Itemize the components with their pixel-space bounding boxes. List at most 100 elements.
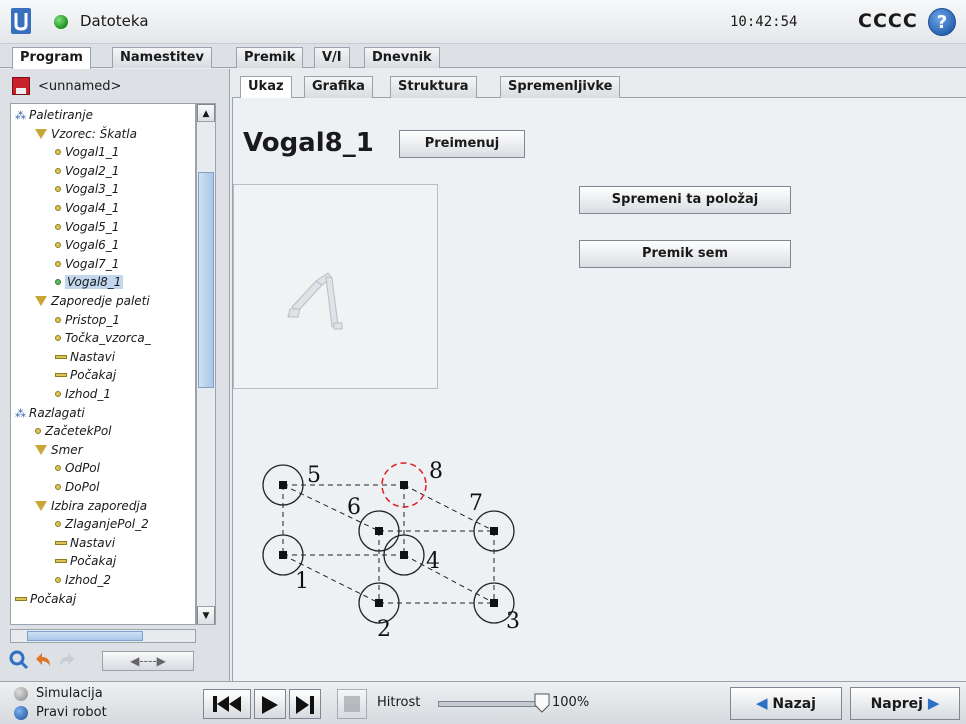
scroll-thumb[interactable]: [198, 172, 214, 388]
waypoint-icon: [55, 521, 61, 528]
change-position-button[interactable]: Spremeni ta položaj: [579, 186, 791, 214]
play-icon: [262, 696, 278, 714]
tree-item[interactable]: Nastavi: [55, 534, 115, 552]
waypoint-icon: [55, 242, 61, 249]
tree-item-label: Vzorec: Škatla: [51, 126, 137, 141]
tree-item[interactable]: Počakaj: [55, 552, 116, 570]
tree-item[interactable]: Zaporedje paleti: [35, 292, 150, 310]
program-tree-panel: <unnamed> ⁂ Paletiranje Vzorec: Škatla Voga…: [0, 69, 230, 681]
tree-item-label: Vogal6_1: [65, 238, 120, 253]
folder-triangle-icon: [35, 500, 47, 511]
skip-back-icon: [213, 696, 241, 712]
step-button[interactable]: [289, 689, 321, 719]
tree-item[interactable]: OdPol: [55, 459, 100, 477]
tree-item[interactable]: ⁂ Razlagati: [15, 404, 85, 422]
tree-item[interactable]: ZačetekPol: [35, 422, 112, 440]
title-bar: Datoteka 10:42:54 CCCC ?: [0, 0, 966, 44]
waypoint-icon: [55, 260, 61, 267]
tree-item[interactable]: Vogal7_1: [55, 255, 119, 273]
play-button[interactable]: [254, 689, 286, 719]
scroll-down-icon[interactable]: ▼: [197, 606, 215, 624]
real-robot-radio[interactable]: [14, 706, 28, 720]
tab-installation[interactable]: Namestitev: [112, 47, 212, 68]
tab-graphics[interactable]: Grafika: [304, 76, 373, 98]
tab-program[interactable]: Program: [12, 47, 91, 69]
save-icon[interactable]: [12, 77, 30, 95]
tree-item[interactable]: Vogal8_1: [55, 273, 124, 291]
tree-item[interactable]: Vogal3_1: [55, 180, 119, 198]
tab-structure[interactable]: Struktura: [390, 76, 477, 98]
tree-item[interactable]: DoPol: [55, 478, 100, 496]
tree-item[interactable]: Vzorec: Škatla: [35, 125, 137, 143]
real-robot-label: Pravi robot: [36, 705, 107, 720]
robot-arm-icon: [287, 272, 343, 330]
program-name: <unnamed>: [38, 79, 122, 94]
tree-item[interactable]: Izbira zaporedja: [35, 497, 147, 515]
tree-item-label: Počakaj: [70, 368, 117, 383]
waypoint-icon: [55, 223, 61, 230]
tab-move[interactable]: Premik: [236, 47, 304, 68]
simulation-radio[interactable]: [14, 687, 28, 701]
tree-item[interactable]: ⁂ Paletiranje: [15, 106, 93, 124]
robot-name: CCCC: [858, 10, 918, 32]
tree-item[interactable]: Vogal5_1: [55, 218, 119, 236]
corner-number-7: 7: [469, 491, 483, 516]
waypoint-icon: [55, 484, 61, 490]
tree-item-label: Počakaj: [70, 554, 117, 569]
next-button[interactable]: Naprej ▶: [850, 687, 960, 720]
tree-item[interactable]: Nastavi: [55, 348, 115, 366]
tree-item[interactable]: Vogal2_1: [55, 162, 119, 180]
tree-item[interactable]: Smer: [35, 441, 83, 459]
undo-icon[interactable]: [32, 649, 54, 671]
action-icon: [15, 596, 27, 601]
bottom-bar: Simulacija Pravi robot Hitrost 100% ◀ Na…: [0, 681, 966, 724]
tree-item[interactable]: Izhod_2: [55, 571, 111, 589]
tree-item[interactable]: Vogal6_1: [55, 236, 119, 254]
search-icon[interactable]: [8, 649, 30, 671]
back-button[interactable]: ◀ Nazaj: [730, 687, 842, 720]
tree-toolbar: ◀----▶: [8, 649, 198, 673]
action-icon: [55, 559, 67, 564]
tree-item-label: Nastavi: [70, 535, 116, 550]
tree-item[interactable]: Točka_vzorca_: [55, 329, 151, 347]
speed-slider-handle[interactable]: [534, 693, 550, 713]
tree-item[interactable]: Pristop_1: [55, 311, 120, 329]
waypoint-icon: [55, 391, 61, 397]
redo-icon[interactable]: [56, 649, 78, 671]
stop-icon: [344, 696, 360, 712]
tab-log[interactable]: Dnevnik: [364, 47, 440, 68]
corner-number-1: 1: [295, 569, 309, 594]
tree-item[interactable]: Počakaj: [55, 366, 116, 384]
tree-item[interactable]: Vogal1_1: [55, 143, 119, 161]
tab-io[interactable]: V/I: [314, 47, 350, 68]
move-here-button[interactable]: Premik sem: [579, 240, 791, 268]
tree-item-label: Vogal5_1: [65, 219, 120, 234]
stop-button[interactable]: [337, 689, 367, 719]
help-button[interactable]: ?: [928, 8, 956, 36]
tree-horizontal-scrollbar[interactable]: [10, 629, 196, 643]
file-menu[interactable]: Datoteka: [80, 12, 149, 30]
tree-vertical-scrollbar[interactable]: ▲ ▼: [196, 103, 216, 625]
corner-number-5: 5: [307, 463, 321, 488]
tree-item[interactable]: Vogal4_1: [55, 199, 119, 217]
arrow-right-icon: ▶: [927, 694, 940, 712]
hscroll-thumb[interactable]: [27, 631, 143, 641]
rewind-button[interactable]: [203, 689, 251, 719]
tree-item[interactable]: Izhod_1: [55, 385, 111, 403]
rename-button[interactable]: Preimenuj: [399, 130, 525, 158]
tree-item[interactable]: ZlaganjePol_2: [55, 515, 149, 533]
waypoint-icon: [55, 167, 61, 174]
tree-item-label: Vogal1_1: [65, 145, 120, 160]
waypoint-icon: [55, 149, 61, 156]
pallet-pattern-diagram: 1 2 3 4 5 6 7 8: [262, 459, 520, 642]
tree-item-label: Točka_vzorca_: [65, 331, 151, 346]
tab-command[interactable]: Ukaz: [240, 76, 292, 98]
move-arrows-button[interactable]: ◀----▶: [102, 651, 194, 671]
robot-preview: [233, 184, 438, 389]
scroll-up-icon[interactable]: ▲: [197, 104, 215, 122]
tree-item-label: Pristop_1: [65, 312, 121, 327]
tab-variables[interactable]: Spremenljivke: [500, 76, 621, 98]
tree-item[interactable]: Počakaj: [15, 590, 76, 608]
speed-slider[interactable]: [438, 701, 538, 707]
tree-item-label: ZlaganjePol_2: [65, 517, 149, 532]
